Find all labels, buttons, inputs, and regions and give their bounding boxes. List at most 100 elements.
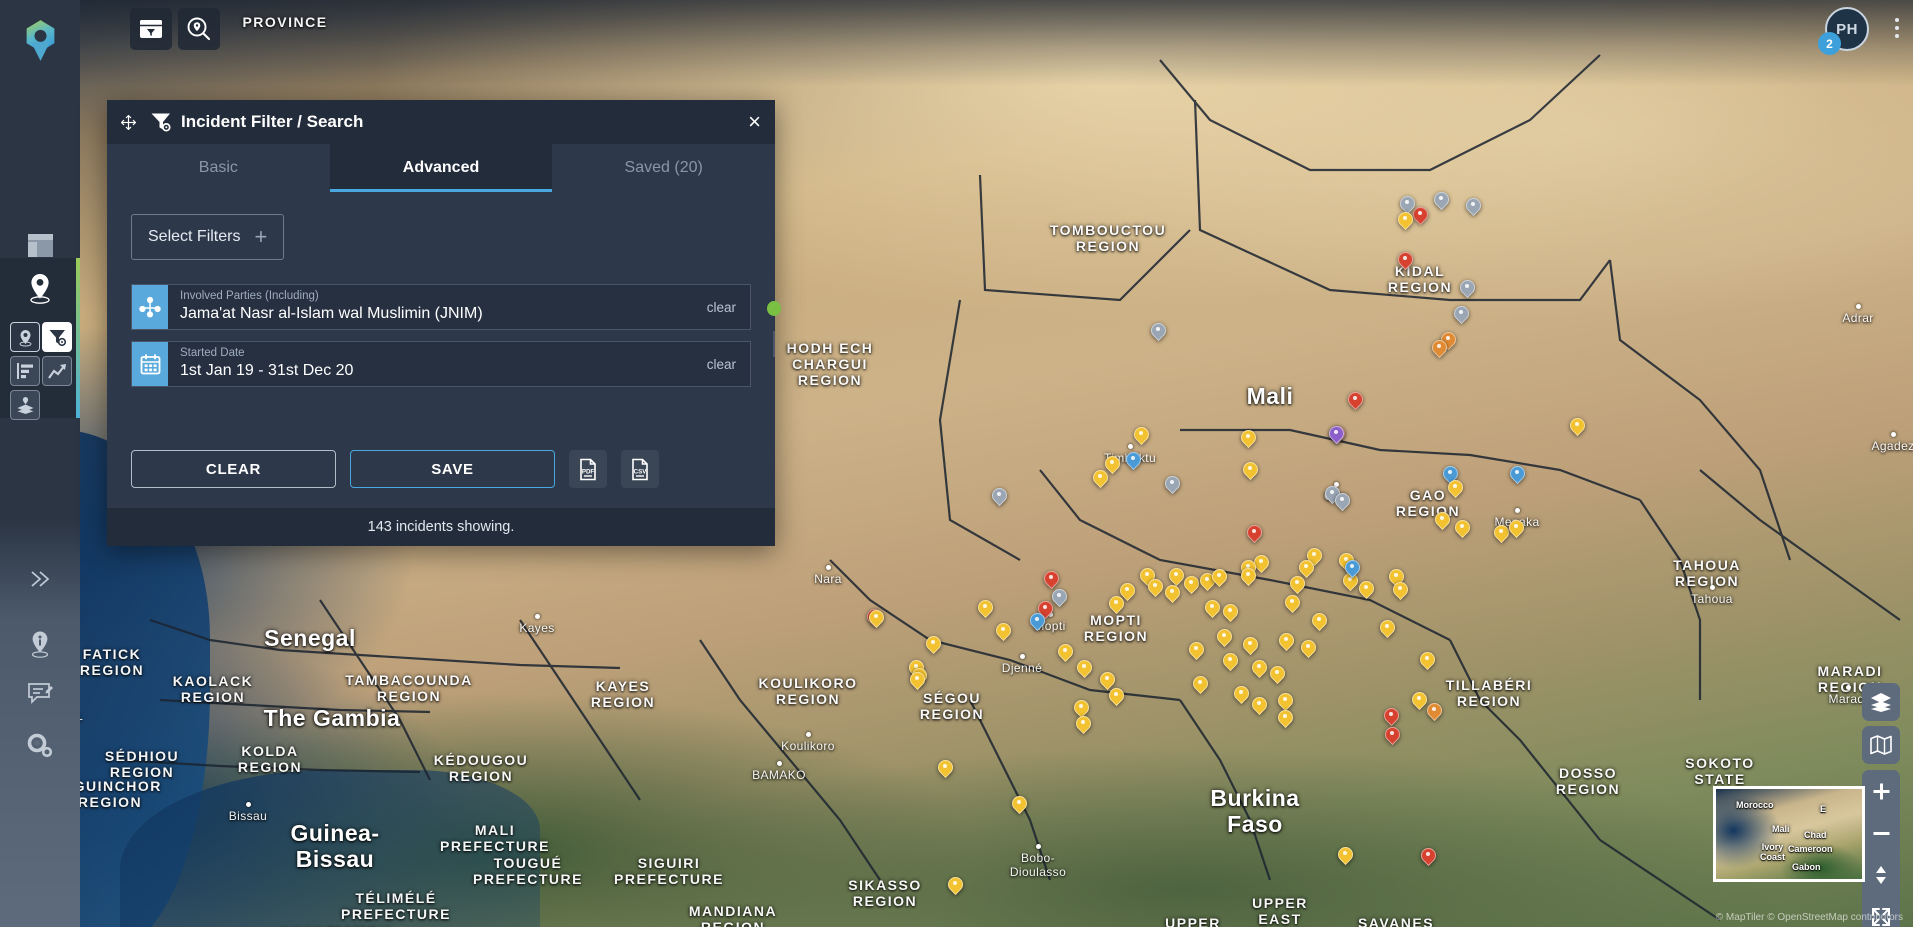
sidebar-item-feedback[interactable]: [0, 667, 80, 721]
incident-pin[interactable]: [1413, 207, 1426, 225]
incident-pin[interactable]: [1058, 644, 1071, 662]
incident-pin[interactable]: [1454, 306, 1467, 324]
incident-pin[interactable]: [1510, 466, 1523, 484]
incident-pin[interactable]: [1412, 692, 1425, 710]
tilt-button[interactable]: [1862, 854, 1900, 896]
incident-pin[interactable]: [992, 488, 1005, 506]
clear-button[interactable]: CLEAR: [131, 450, 336, 488]
layers-button[interactable]: [1862, 683, 1900, 721]
incident-pin[interactable]: [1077, 660, 1090, 678]
sidebar-item-filter-search[interactable]: [42, 322, 72, 352]
incident-pin[interactable]: [1278, 693, 1291, 711]
location-search-button[interactable]: [178, 8, 220, 50]
sidebar-item-trends[interactable]: [42, 356, 72, 386]
incident-pin[interactable]: [1212, 569, 1225, 587]
incident-pin[interactable]: [1205, 600, 1218, 618]
incident-pin[interactable]: [1247, 525, 1260, 543]
incident-pin[interactable]: [1384, 708, 1397, 726]
incident-pin[interactable]: [1494, 525, 1507, 543]
clear-filter-link[interactable]: clear: [707, 285, 750, 329]
incident-pin[interactable]: [1570, 418, 1583, 436]
incident-pin[interactable]: [1223, 604, 1236, 622]
incident-filter-panel[interactable]: Incident Filter / Search × Basic Advance…: [107, 100, 781, 546]
incident-pin[interactable]: [1380, 620, 1393, 638]
incident-pin[interactable]: [1285, 595, 1298, 613]
incident-pin[interactable]: [1398, 212, 1411, 230]
incident-pin[interactable]: [1184, 576, 1197, 594]
filter-window-button[interactable]: [130, 8, 172, 50]
incident-pin[interactable]: [1241, 568, 1254, 586]
incident-pin[interactable]: [1134, 427, 1147, 445]
incident-pin[interactable]: [1435, 512, 1448, 530]
more-options-button[interactable]: [1895, 18, 1899, 38]
incident-pin[interactable]: [1345, 560, 1358, 578]
incident-pin[interactable]: [1151, 323, 1164, 341]
avatar-notification-badge[interactable]: 2: [1818, 32, 1841, 55]
incident-pin[interactable]: [1044, 571, 1057, 589]
incident-pin[interactable]: [1093, 470, 1106, 488]
select-filters-button[interactable]: Select Filters +: [131, 214, 285, 260]
incident-pin[interactable]: [1393, 582, 1406, 600]
incident-pin[interactable]: [948, 877, 961, 895]
incident-pin[interactable]: [938, 760, 951, 778]
incident-pin[interactable]: [869, 610, 882, 628]
minimap[interactable]: Morocco Mali Chad Ivory Coast Cameroon G…: [1713, 786, 1865, 882]
sidebar-item-settings[interactable]: [0, 718, 80, 772]
incident-pin[interactable]: [1012, 796, 1025, 814]
incident-pin[interactable]: [1241, 430, 1254, 448]
incident-pin[interactable]: [1165, 476, 1178, 494]
tab-advanced[interactable]: Advanced: [329, 144, 553, 192]
incident-pin[interactable]: [1448, 480, 1461, 498]
incident-pin[interactable]: [1270, 666, 1283, 684]
incident-pin[interactable]: [1109, 596, 1122, 614]
sidebar-item-expand[interactable]: [0, 552, 80, 606]
incident-pin[interactable]: [1217, 629, 1230, 647]
panel-tabs[interactable]: Basic Advanced Saved (20): [107, 144, 775, 192]
incident-pin[interactable]: [1329, 426, 1342, 444]
incident-pin[interactable]: [1105, 456, 1118, 474]
sidebar-item-map[interactable]: [0, 262, 80, 314]
user-avatar-wrap[interactable]: PH 2: [1818, 7, 1869, 55]
filter-status-dot[interactable]: [767, 300, 781, 316]
incident-pin[interactable]: [1223, 653, 1236, 671]
incident-pin[interactable]: [1030, 613, 1043, 631]
incident-pin[interactable]: [1165, 585, 1178, 603]
filter-row-started-date[interactable]: Started Date 1st Jan 19 - 31st Dec 20 cl…: [131, 341, 751, 387]
incident-pin[interactable]: [1254, 555, 1267, 573]
incident-pin[interactable]: [1052, 589, 1065, 607]
save-button[interactable]: SAVE: [350, 450, 555, 488]
incident-pin[interactable]: [1338, 847, 1351, 865]
incident-pin[interactable]: [1290, 576, 1303, 594]
incident-pin[interactable]: [910, 672, 923, 690]
incident-pin[interactable]: [1169, 568, 1182, 586]
incident-pin[interactable]: [1466, 198, 1479, 216]
incident-pin[interactable]: [1243, 462, 1256, 480]
incident-pin[interactable]: [1385, 727, 1398, 745]
filter-row-involved-parties[interactable]: Involved Parties (Including) Jama'at Nas…: [131, 284, 781, 357]
sidebar-item-location-info[interactable]: [0, 617, 80, 671]
incident-pin[interactable]: [1460, 280, 1473, 298]
incident-pin[interactable]: [1234, 686, 1247, 704]
incident-pin[interactable]: [1126, 452, 1139, 470]
incident-pin[interactable]: [1076, 716, 1089, 734]
incident-pin[interactable]: [1252, 660, 1265, 678]
incident-pin[interactable]: [1509, 520, 1522, 538]
tab-basic[interactable]: Basic: [107, 144, 330, 192]
incident-pin[interactable]: [1359, 581, 1372, 599]
incident-pin[interactable]: [1148, 579, 1161, 597]
incident-pin[interactable]: [1252, 697, 1265, 715]
sidebar-item-layers[interactable]: [10, 390, 40, 420]
zoom-controls[interactable]: [1862, 770, 1900, 927]
incident-pin[interactable]: [1434, 192, 1447, 210]
zoom-in-button[interactable]: [1862, 770, 1900, 812]
incident-pin[interactable]: [1301, 640, 1314, 658]
incident-pin[interactable]: [1427, 703, 1440, 721]
export-csv-button[interactable]: CSV: [621, 450, 659, 488]
incident-pin[interactable]: [1398, 252, 1411, 270]
incident-pin[interactable]: [1432, 340, 1445, 358]
incident-pin[interactable]: [1455, 520, 1468, 538]
close-icon[interactable]: ×: [748, 111, 761, 133]
incident-pin[interactable]: [1420, 652, 1433, 670]
incident-pin[interactable]: [978, 600, 991, 618]
sidebar-item-reports[interactable]: [10, 356, 40, 386]
